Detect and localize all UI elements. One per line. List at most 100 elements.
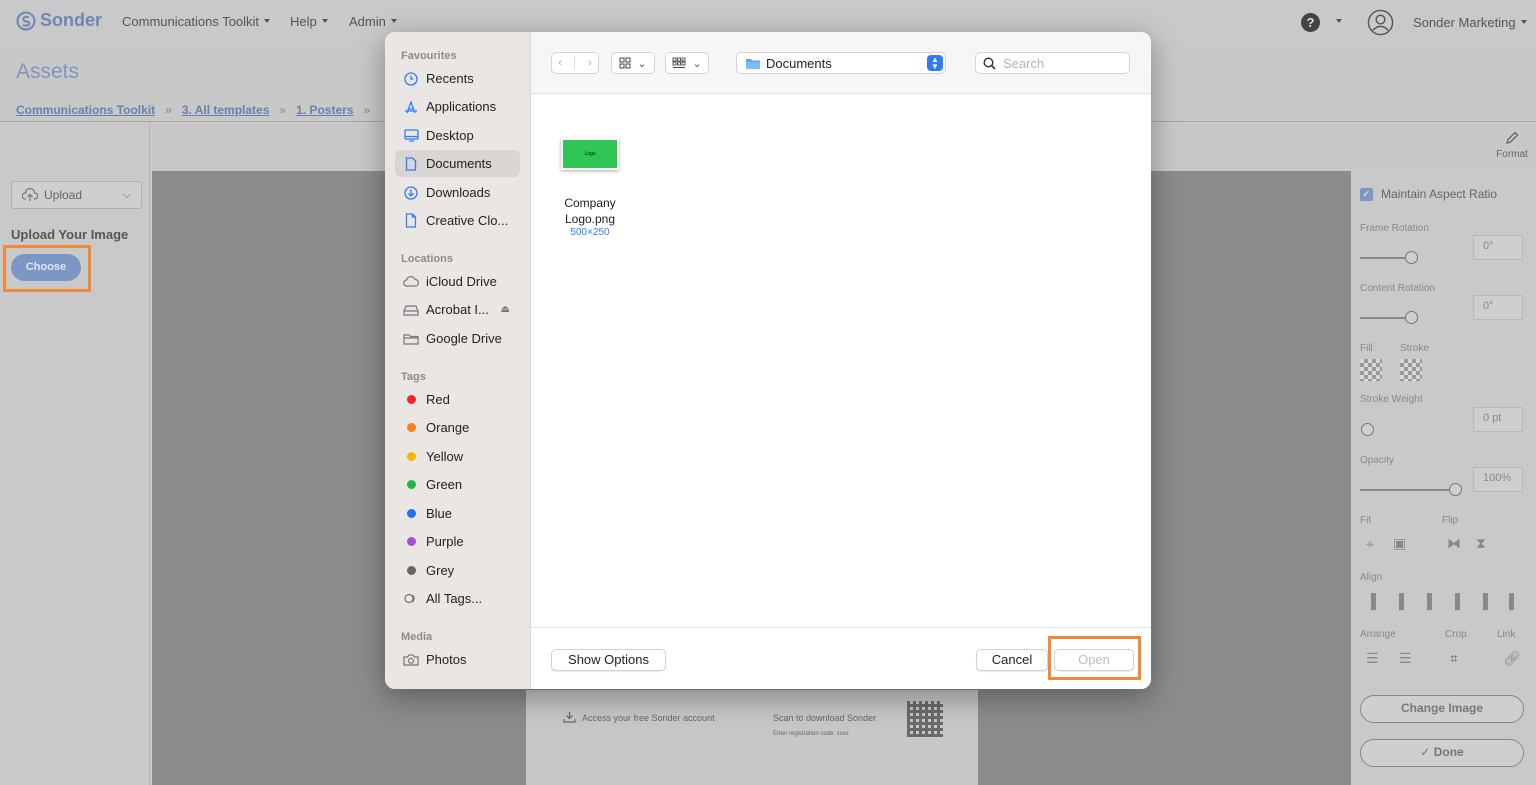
sidebar-item-documents[interactable]: Documents — [395, 150, 520, 177]
sidebar-tag-yellow[interactable]: Yellow — [395, 443, 520, 470]
upload-source-select[interactable]: Upload ⌵ — [11, 181, 142, 209]
opacity-input[interactable]: 100% — [1473, 467, 1523, 492]
content-rotation-track[interactable] — [1360, 317, 1406, 319]
content-rotation-slider-knob[interactable] — [1405, 311, 1418, 324]
desktop-icon — [403, 128, 419, 144]
link-icon[interactable]: 🔗︎ — [1503, 650, 1521, 667]
sidebar-item-label: Documents — [426, 156, 492, 171]
checkmark-icon: ✓ — [1420, 745, 1431, 759]
cancel-button[interactable]: Cancel — [976, 649, 1048, 671]
show-options-button[interactable]: Show Options — [551, 649, 666, 671]
align-bottom-icon[interactable]: ▐ — [1422, 593, 1432, 609]
breadcrumb-link[interactable]: 1. Posters — [296, 103, 353, 117]
eject-icon[interactable]: ⏏ — [501, 304, 510, 315]
nav-communications-toolkit[interactable]: Communications Toolkit — [122, 14, 271, 29]
sidebar-item-label: Photos — [426, 652, 467, 667]
sidebar-item-applications[interactable]: Applications — [395, 93, 520, 120]
stroke-swatch[interactable] — [1400, 359, 1422, 381]
location-label: Documents — [766, 55, 832, 71]
align-left-icon[interactable]: ▐ — [1450, 593, 1460, 609]
stroke-weight-slider-knob[interactable] — [1361, 423, 1374, 436]
align-middle-icon[interactable]: ▐ — [1394, 593, 1404, 609]
user-name: Sonder Marketing — [1413, 15, 1516, 30]
search-field[interactable] — [975, 52, 1130, 74]
sidebar-all-tags[interactable]: All Tags... — [395, 585, 520, 612]
sidebar-tag-green[interactable]: Green — [395, 471, 520, 498]
dialog-main: ‹ › ⌄ ⌄ Documents ▲▼ Logo — [531, 32, 1151, 689]
opacity-track[interactable] — [1360, 489, 1450, 491]
nav-label: Communications Toolkit — [122, 14, 260, 29]
crop-icon[interactable]: ⌗ — [1450, 650, 1458, 667]
sidebar-item-recents[interactable]: Recents — [395, 65, 520, 92]
breadcrumb-link[interactable]: 3. All templates — [182, 103, 270, 117]
change-image-button[interactable]: Change Image — [1360, 695, 1524, 723]
fit-frame-icon[interactable]: ▣ — [1393, 535, 1406, 552]
nav-label: Admin — [349, 14, 386, 29]
breadcrumb-link[interactable]: Communications Toolkit — [16, 103, 155, 117]
align-top-icon[interactable]: ▐ — [1366, 593, 1376, 609]
breadcrumb-separator: » — [279, 103, 287, 117]
sidebar-item-photos[interactable]: Photos — [395, 646, 520, 673]
frame-rotation-slider-knob[interactable] — [1405, 251, 1418, 264]
maintain-aspect-ratio-checkbox[interactable]: ✓ Maintain Aspect Ratio — [1360, 187, 1497, 201]
sidebar-tag-purple[interactable]: Purple — [395, 528, 520, 555]
sidebar-item-icloud-drive[interactable]: iCloud Drive — [395, 268, 520, 295]
sidebar-item-label: Recents — [426, 71, 474, 86]
frame-rotation-input[interactable]: 0° — [1473, 235, 1523, 260]
location-select[interactable]: Documents ▲ ▼ — [736, 52, 946, 74]
sidebar-item-label: Grey — [426, 563, 455, 578]
tag-dot-icon — [403, 563, 419, 579]
page-title: Assets — [16, 60, 80, 83]
send-backward-icon[interactable]: ☰ — [1399, 650, 1412, 667]
sidebar-tag-grey[interactable]: Grey — [395, 557, 520, 584]
fit-content-icon[interactable]: ⌖ — [1366, 536, 1374, 553]
stroke-weight-input[interactable]: 0 pt — [1473, 407, 1523, 432]
caret-down-icon[interactable] — [1336, 19, 1342, 23]
user-menu[interactable]: Sonder Marketing — [1413, 15, 1527, 30]
done-button[interactable]: ✓ Done — [1360, 739, 1524, 767]
file-open-dialog: Favourites Recents Applications Desktop … — [385, 32, 1151, 689]
breadcrumb-separator: » — [165, 103, 172, 117]
sidebar-tag-blue[interactable]: Blue — [395, 500, 520, 527]
back-forward-buttons: ‹ › — [551, 52, 599, 74]
sidebar-item-google-drive[interactable]: Google Drive — [395, 325, 520, 352]
sidebar-tag-orange[interactable]: Orange — [395, 414, 520, 441]
format-tool[interactable]: Format — [1494, 130, 1530, 160]
group-by-button[interactable]: ⌄ — [665, 52, 709, 74]
view-mode-button[interactable]: ⌄ — [611, 52, 655, 74]
tags-icon — [403, 591, 419, 607]
content-rotation-input[interactable]: 0° — [1473, 295, 1523, 320]
breadcrumb-separator: » — [363, 103, 371, 117]
back-icon[interactable]: ‹ — [558, 57, 562, 69]
nav-help[interactable]: Help — [290, 14, 328, 29]
fit-label: Fit — [1360, 515, 1372, 526]
chevron-down-icon: ⌄ — [692, 57, 702, 70]
file-item-company-logo[interactable]: Logo Company Logo.png 500×250 — [555, 132, 625, 238]
flip-vertical-icon[interactable]: ⧗ — [1476, 535, 1486, 552]
nav-admin[interactable]: Admin — [349, 14, 397, 29]
sidebar-item-creative-cloud[interactable]: Creative Clo... — [395, 207, 520, 234]
align-right-icon[interactable]: ▐ — [1504, 593, 1514, 609]
forward-icon[interactable]: › — [588, 57, 592, 69]
sidebar-item-acrobat[interactable]: Acrobat I... ⏏ — [395, 296, 520, 323]
sidebar-item-label: All Tags... — [426, 591, 483, 606]
flip-horizontal-icon[interactable]: ⧓ — [1447, 535, 1461, 552]
frame-rotation-track[interactable] — [1360, 257, 1406, 259]
user-avatar-icon[interactable] — [1367, 9, 1394, 36]
brand-name: Sonder — [40, 10, 103, 30]
link-label: Link — [1497, 629, 1516, 640]
tag-dot-icon — [403, 420, 419, 436]
opacity-slider-knob[interactable] — [1449, 483, 1462, 496]
sidebar-item-downloads[interactable]: Downloads — [395, 179, 520, 206]
bring-forward-icon[interactable]: ☰ — [1366, 650, 1379, 667]
brand-logo[interactable]: Sonder — [16, 10, 102, 31]
search-input[interactable] — [1003, 55, 1123, 71]
align-center-icon[interactable]: ▐ — [1478, 593, 1488, 609]
sidebar-tag-red[interactable]: Red — [395, 386, 520, 413]
help-icon[interactable]: ? — [1301, 13, 1320, 32]
applications-icon — [403, 99, 419, 115]
choose-highlight-box — [3, 245, 91, 292]
sidebar-item-desktop[interactable]: Desktop — [395, 122, 520, 149]
tag-dot-icon — [403, 534, 419, 550]
fill-swatch[interactable] — [1360, 359, 1382, 381]
